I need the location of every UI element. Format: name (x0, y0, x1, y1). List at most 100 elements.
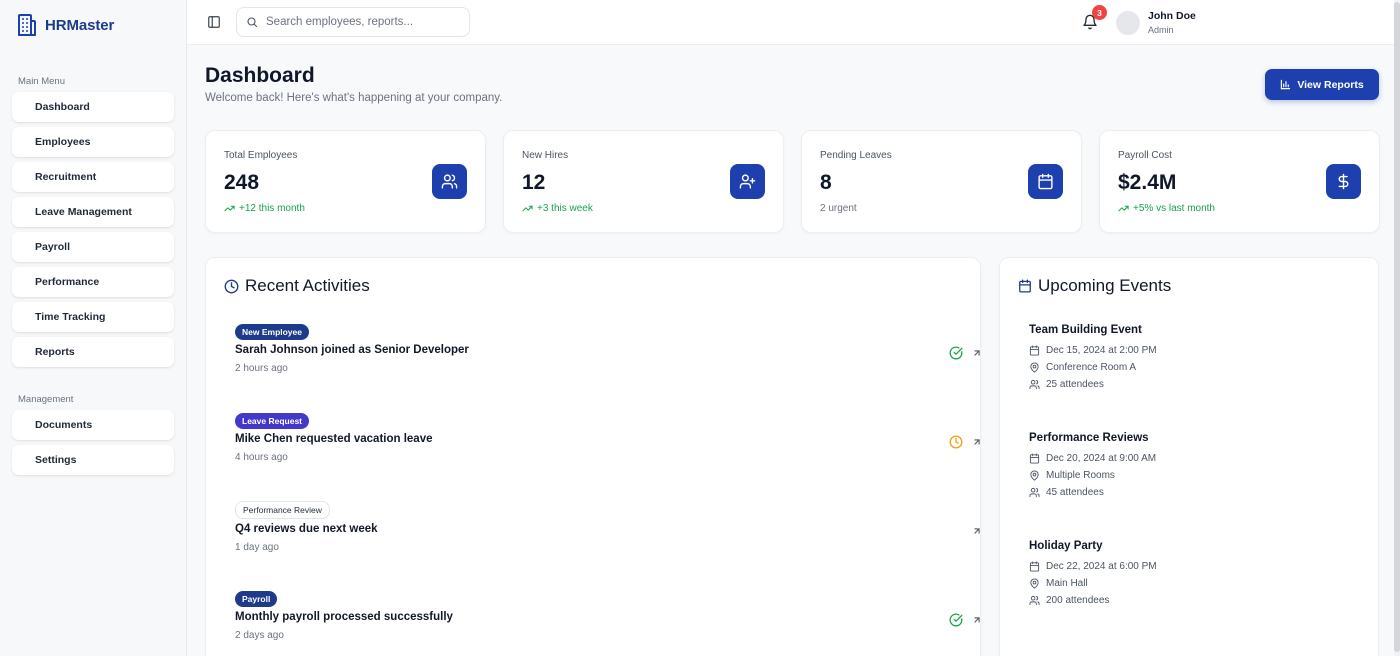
upcoming-events-panel: Upcoming Events Team Building Event Dec … (999, 257, 1379, 656)
calendar-icon (1038, 173, 1053, 190)
stat-value: 12 (522, 171, 546, 194)
event-attendees: 25 attendees (1046, 379, 1104, 390)
trending-up-icon (522, 205, 533, 212)
users-icon (1029, 595, 1040, 606)
search-input[interactable] (266, 16, 446, 28)
stat-card-total-employees[interactable]: Total Employees 248 +12 this month (205, 130, 486, 233)
users-icon (1029, 487, 1040, 498)
activity-item[interactable]: Payroll Monthly payroll processed succes… (235, 589, 980, 641)
main-menu-heading: Main Menu (18, 76, 65, 87)
sidebar-item-payroll[interactable]: Payroll (12, 232, 174, 262)
stat-trend: +12 this month (224, 203, 305, 214)
calendar-icon (1029, 561, 1040, 572)
stat-label: Pending Leaves (820, 150, 892, 161)
activity-text: Q4 reviews due next week (235, 523, 378, 535)
check-circle-icon (949, 346, 963, 360)
arrow-up-right-icon[interactable] (972, 437, 982, 447)
building-icon (18, 14, 36, 36)
activity-text: Mike Chen requested vacation leave (235, 433, 433, 445)
stat-trend-text: +3 this week (537, 203, 593, 214)
event-date-row: Dec 20, 2024 at 9:00 AM (1029, 453, 1156, 464)
event-title: Performance Reviews (1029, 432, 1149, 444)
stat-card-payroll-cost[interactable]: Payroll Cost $2.4M +5% vs last month (1099, 130, 1380, 233)
search-box (236, 7, 470, 37)
event-item[interactable]: Performance Reviews Dec 20, 2024 at 9:00… (1029, 432, 1156, 498)
stat-trend: 2 urgent (820, 203, 857, 214)
search-icon (247, 17, 258, 28)
stat-value: 248 (224, 171, 260, 194)
dollar-icon (1338, 173, 1349, 190)
stat-value: $2.4M (1118, 171, 1177, 194)
brand[interactable]: HRMaster (15, 13, 114, 37)
map-pin-icon (1030, 362, 1039, 373)
upcoming-events-heading: Upcoming Events (1018, 276, 1171, 296)
sidebar-item-employees[interactable]: Employees (12, 127, 174, 157)
main-menu: Dashboard Employees Recruitment Leave Ma… (12, 92, 174, 372)
sidebar-item-leave-management[interactable]: Leave Management (12, 197, 174, 227)
clock-icon (224, 279, 239, 293)
trending-up-icon (1118, 205, 1129, 212)
activity-item[interactable]: Leave Request Mike Chen requested vacati… (235, 411, 980, 463)
topbar (187, 0, 1400, 45)
arrow-up-right-icon[interactable] (972, 526, 982, 536)
view-reports-label: View Reports (1297, 78, 1364, 91)
event-title: Holiday Party (1029, 540, 1103, 552)
activity-text: Sarah Johnson joined as Senior Developer (235, 344, 469, 356)
upcoming-events-title: Upcoming Events (1038, 276, 1172, 295)
activity-tag: New Employee (235, 324, 309, 340)
sidebar-item-documents[interactable]: Documents (12, 410, 174, 440)
event-date-row: Dec 22, 2024 at 6:00 PM (1029, 561, 1157, 572)
activity-tag: Payroll (235, 591, 278, 607)
stat-label: New Hires (522, 150, 569, 161)
stat-label: Payroll Cost (1118, 150, 1172, 161)
event-location-row: Main Hall (1029, 578, 1157, 589)
sidebar-item-recruitment[interactable]: Recruitment (12, 162, 174, 192)
stat-icon-box (730, 164, 765, 199)
trending-up-icon (224, 205, 235, 212)
calendar-icon (1019, 279, 1031, 293)
clock-icon (949, 435, 963, 449)
event-location: Multiple Rooms (1046, 470, 1115, 481)
event-attendees-row: 25 attendees (1029, 379, 1157, 390)
stat-trend: +3 this week (522, 203, 593, 214)
stat-trend-text: +12 this month (239, 203, 305, 214)
view-reports-button[interactable]: View Reports (1265, 69, 1379, 100)
activity-text: Monthly payroll processed successfully (235, 611, 453, 623)
sidebar-toggle-icon[interactable] (207, 15, 221, 29)
event-attendees: 45 attendees (1046, 487, 1104, 498)
event-date: Dec 22, 2024 at 6:00 PM (1046, 561, 1157, 572)
arrow-up-right-icon[interactable] (972, 615, 982, 625)
sidebar-item-reports[interactable]: Reports (12, 337, 174, 367)
check-circle-icon (949, 613, 963, 627)
stat-card-new-hires[interactable]: New Hires 12 +3 this week (503, 130, 784, 233)
recent-activities-title: Recent Activities (245, 276, 370, 295)
recent-activities-heading: Recent Activities (224, 276, 370, 296)
event-attendees-row: 200 attendees (1029, 595, 1157, 606)
scrollbar[interactable] (1394, 0, 1400, 656)
management-menu: Documents Settings (12, 410, 174, 480)
activity-time: 1 day ago (235, 542, 279, 553)
event-date-row: Dec 15, 2024 at 2:00 PM (1029, 345, 1157, 356)
arrow-up-right-icon[interactable] (972, 348, 982, 358)
avatar[interactable] (1116, 11, 1140, 35)
sidebar-item-dashboard[interactable]: Dashboard (12, 92, 174, 122)
activity-item[interactable]: Performance Review Q4 reviews due next w… (235, 500, 980, 553)
sidebar-item-time-tracking[interactable]: Time Tracking (12, 302, 174, 332)
stat-icon-box (1028, 164, 1063, 199)
notification-badge: 3 (1092, 5, 1107, 20)
scrollbar-thumb[interactable] (1394, 2, 1400, 652)
event-item[interactable]: Team Building Event Dec 15, 2024 at 2:00… (1029, 324, 1157, 390)
sidebar-item-performance[interactable]: Performance (12, 267, 174, 297)
stat-trend-text: +5% vs last month (1133, 203, 1215, 214)
calendar-icon (1029, 345, 1040, 356)
user-name[interactable]: John Doe (1148, 10, 1196, 22)
activity-item[interactable]: New Employee Sarah Johnson joined as Sen… (235, 322, 980, 374)
event-location-row: Multiple Rooms (1029, 470, 1156, 481)
event-item[interactable]: Holiday Party Dec 22, 2024 at 6:00 PM Ma… (1029, 540, 1157, 606)
stat-card-pending-leaves[interactable]: Pending Leaves 8 2 urgent (801, 130, 1082, 233)
page-title: Dashboard (205, 64, 315, 87)
sidebar-item-settings[interactable]: Settings (12, 445, 174, 475)
event-attendees: 200 attendees (1046, 595, 1110, 606)
map-pin-icon (1030, 578, 1039, 589)
stat-label: Total Employees (224, 150, 298, 161)
